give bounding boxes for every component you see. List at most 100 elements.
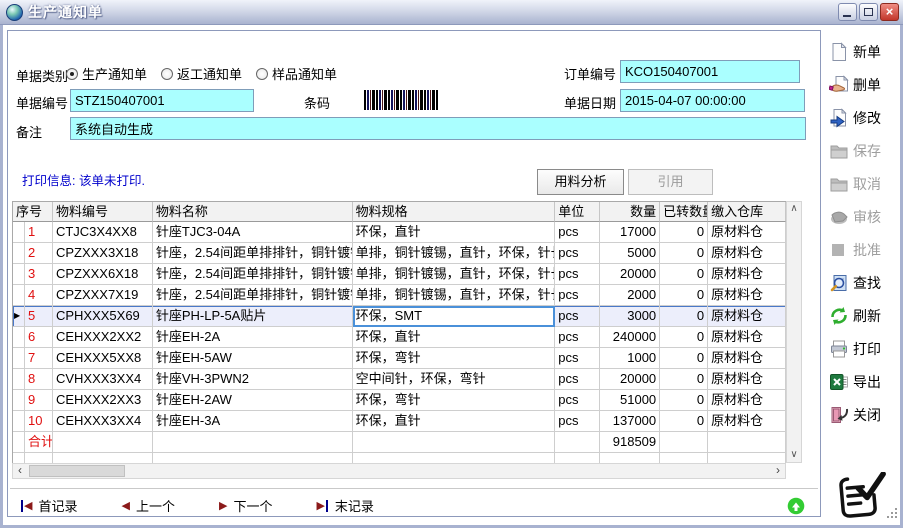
grid-cell[interactable]: CVHXXX3XX4	[53, 369, 153, 390]
column-header-2[interactable]: 物料名称	[153, 202, 353, 222]
grid-cell[interactable]: 0	[660, 285, 708, 306]
grid-cell[interactable]: CPZXXX3X18	[53, 243, 153, 264]
grid-cell[interactable]: pcs	[555, 222, 600, 243]
grid-cell[interactable]: 环保，弯针	[353, 348, 556, 369]
grid-cell[interactable]: 0	[660, 348, 708, 369]
horizontal-scrollbar[interactable]: ‹ ›	[12, 463, 786, 479]
grid-cell[interactable]: pcs	[555, 411, 600, 432]
grid-cell[interactable]: 0	[660, 222, 708, 243]
grid-cell[interactable]: 原材料仓	[708, 243, 786, 264]
grid-cell[interactable]: 0	[660, 390, 708, 411]
radio-icon[interactable]	[256, 68, 268, 80]
grid-cell[interactable]: CPZXXX6X18	[53, 264, 153, 285]
close-button[interactable]: ×	[880, 3, 899, 21]
column-header-4[interactable]: 单位	[555, 202, 600, 222]
grid-cell[interactable]: 针座，2.54间距单排排针，铜针镀锡，	[153, 243, 353, 264]
grid-cell[interactable]: 3000	[600, 306, 660, 327]
grid-cell[interactable]: 单排，铜针镀锡，直针，环保，针长，	[353, 243, 556, 264]
grid-cell[interactable]: 环保，直针	[353, 327, 556, 348]
grid-cell[interactable]: 3	[25, 264, 53, 285]
scroll-up-icon[interactable]: ∧	[787, 202, 801, 216]
column-header-6[interactable]: 已转数量	[660, 202, 708, 222]
resize-grip[interactable]	[887, 508, 899, 520]
scroll-left-icon[interactable]: ‹	[13, 464, 27, 478]
vertical-scrollbar[interactable]: ∧ ∨	[786, 201, 802, 463]
grid-cell[interactable]: 0	[660, 369, 708, 390]
sidebar-button-2[interactable]: 修改	[829, 107, 903, 128]
grid-cell[interactable]: 针座PH-LP-5A贴片	[153, 306, 353, 327]
grid-cell[interactable]: 5	[25, 306, 53, 327]
grid-cell[interactable]: pcs	[555, 285, 600, 306]
doc-date-field[interactable]	[620, 89, 805, 112]
column-header-7[interactable]: 缴入仓库	[708, 202, 786, 222]
grid-cell[interactable]: 0	[660, 264, 708, 285]
grid-cell[interactable]: CTJC3X4XX8	[53, 222, 153, 243]
doc-no-field[interactable]	[70, 89, 254, 112]
grid-cell[interactable]: 原材料仓	[708, 264, 786, 285]
grid-cell[interactable]: 9	[25, 390, 53, 411]
doc-type-radio-1[interactable]: 返工通知单	[161, 64, 242, 83]
grid-cell[interactable]: 20000	[600, 264, 660, 285]
grid-cell[interactable]: 1	[25, 222, 53, 243]
grid-cell[interactable]: 0	[660, 327, 708, 348]
grid-cell[interactable]: 针座，2.54间距单排排针，铜针镀锡，	[153, 264, 353, 285]
grid-cell[interactable]: 1000	[600, 348, 660, 369]
grid-cell[interactable]: 环保，直针	[353, 222, 556, 243]
grid-cell[interactable]: 原材料仓	[708, 390, 786, 411]
grid-cell[interactable]: 针座EH-5AW	[153, 348, 353, 369]
grid-cell[interactable]: 6	[25, 327, 53, 348]
scrollbar-thumb[interactable]	[29, 465, 125, 477]
grid-cell[interactable]: 10	[25, 411, 53, 432]
grid-cell[interactable]: 137000	[600, 411, 660, 432]
grid-cell[interactable]: pcs	[555, 390, 600, 411]
nav-next-button[interactable]: ▶下一个	[219, 496, 272, 515]
sidebar-button-9[interactable]: 打印	[829, 338, 903, 359]
grid-cell[interactable]: 针座，2.54间距单排排针，铜针镀锡，	[153, 285, 353, 306]
grid-cell[interactable]: pcs	[555, 264, 600, 285]
grid-cell[interactable]: 原材料仓	[708, 306, 786, 327]
grid-cell[interactable]	[353, 432, 556, 453]
focused-cell[interactable]: 环保，SMT	[353, 306, 556, 327]
grid-cell[interactable]: 针座EH-2A	[153, 327, 353, 348]
quote-button[interactable]: 引用	[628, 169, 713, 195]
grid-cell[interactable]	[660, 432, 708, 453]
radio-icon[interactable]	[161, 68, 173, 80]
grid-cell[interactable]: 918509	[600, 432, 660, 453]
nav-prev-button[interactable]: ◀上一个	[121, 496, 174, 515]
grid-cell[interactable]: 针座TJC3-04A	[153, 222, 353, 243]
grid-cell[interactable]: 针座VH-3PWN2	[153, 369, 353, 390]
grid-cell[interactable]: 5000	[600, 243, 660, 264]
grid-cell[interactable]: 0	[660, 306, 708, 327]
grid-cell[interactable]: CPZXXX7X19	[53, 285, 153, 306]
scroll-right-icon[interactable]: ›	[771, 464, 785, 478]
grid-cell[interactable]: pcs	[555, 369, 600, 390]
nav-last-button[interactable]: ▶末记录	[316, 496, 373, 515]
grid-cell[interactable]: 合计	[25, 432, 53, 453]
grid-cell[interactable]: pcs	[555, 306, 600, 327]
radio-selected-icon[interactable]	[66, 68, 78, 80]
grid-cell[interactable]: 单排，铜针镀锡，直针，环保，针长，	[353, 264, 556, 285]
grid-cell[interactable]: CEHXXX2XX2	[53, 327, 153, 348]
grid-cell[interactable]: 7	[25, 348, 53, 369]
grid-cell[interactable]: CEHXXX5XX8	[53, 348, 153, 369]
grid-cell[interactable]: 0	[660, 243, 708, 264]
nav-first-button[interactable]: ◀首记录	[20, 496, 77, 515]
grid-cell[interactable]: 20000	[600, 369, 660, 390]
grid-cell[interactable]: 240000	[600, 327, 660, 348]
grid-cell[interactable]: 8	[25, 369, 53, 390]
grid-cell[interactable]: pcs	[555, 327, 600, 348]
grid-cell[interactable]: 17000	[600, 222, 660, 243]
grid-cell[interactable]: 空中间针，环保，弯针	[353, 369, 556, 390]
grid-cell[interactable]: 2	[25, 243, 53, 264]
column-header-5[interactable]: 数量	[600, 202, 660, 222]
order-no-field[interactable]	[620, 60, 800, 83]
sidebar-button-1[interactable]: 删单	[829, 74, 903, 95]
sidebar-button-7[interactable]: 查找	[829, 272, 903, 293]
grid-cell[interactable]: 0	[660, 411, 708, 432]
grid-cell[interactable]: CPHXXX5X69	[53, 306, 153, 327]
grid-cell[interactable]: 2000	[600, 285, 660, 306]
grid-cell[interactable]: pcs	[555, 348, 600, 369]
minimize-button[interactable]	[838, 3, 857, 21]
column-header-0[interactable]: 序号	[13, 202, 53, 222]
column-header-1[interactable]: 物料编号	[53, 202, 153, 222]
